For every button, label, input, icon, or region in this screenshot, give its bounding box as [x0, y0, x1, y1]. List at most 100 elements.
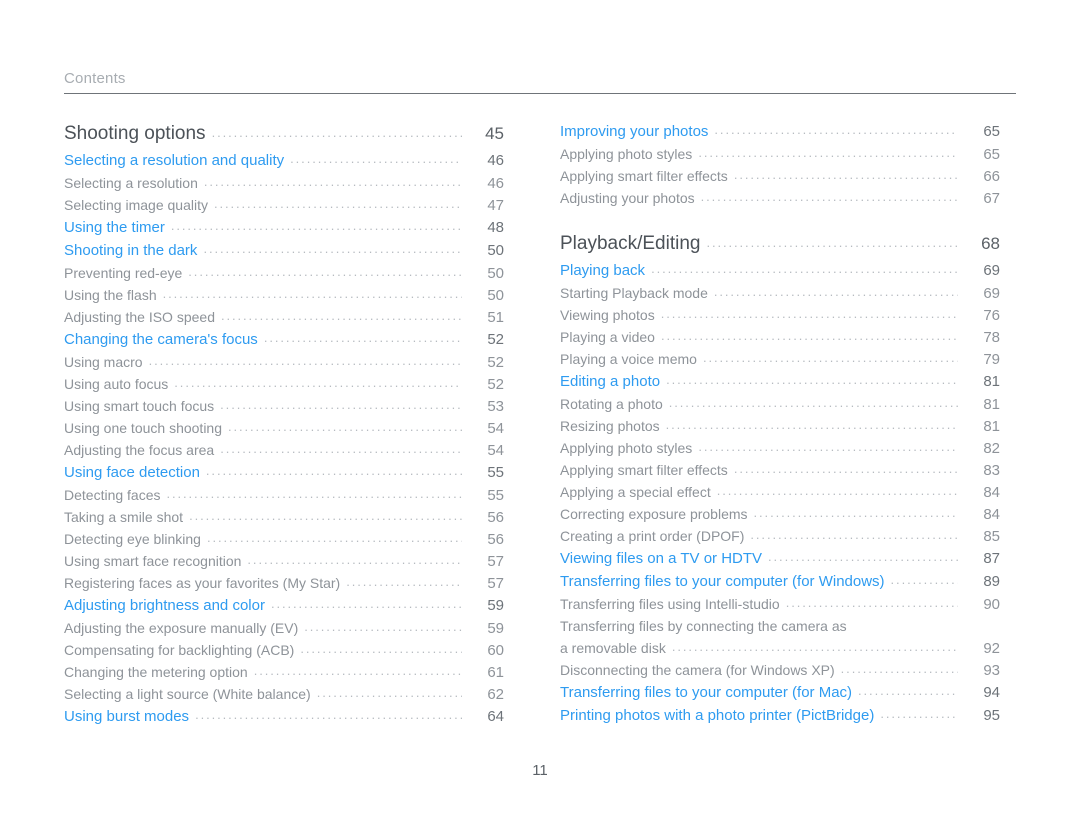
toc-entry-sub[interactable]: Shooting in the dark....................… [64, 241, 504, 265]
toc-entry-page-number: 56 [487, 509, 504, 526]
toc-dot-leader: ........................................… [733, 461, 958, 476]
toc-entry-sub[interactable]: Using the timer.........................… [64, 218, 504, 242]
toc-entry-page-number: 45 [485, 124, 504, 143]
toc-entry-label: Adjusting the exposure manually (EV) [64, 620, 299, 636]
toc-entry-item[interactable]: Transferring files by connecting the cam… [560, 618, 1000, 640]
toc-entry-page-number: 51 [487, 309, 504, 326]
toc-dot-leader: ........................................… [304, 619, 462, 634]
toc-entry-item[interactable]: Adjusting the ISO speed.................… [64, 308, 504, 331]
toc-entry-page-number: 81 [983, 373, 1000, 390]
toc-dot-leader: ........................................… [290, 151, 462, 166]
toc-entry-sub[interactable]: Using burst modes.......................… [64, 707, 504, 731]
toc-entry-page-number: 68 [981, 234, 1000, 253]
toc-dot-leader: ........................................… [785, 595, 958, 610]
toc-entry-item[interactable]: Using smart face recognition............… [64, 552, 504, 575]
toc-entry-sub[interactable]: Transferring files to your computer (for… [560, 683, 1000, 707]
toc-dot-leader: ........................................… [714, 122, 958, 137]
page-header: Contents [64, 70, 1016, 94]
toc-entry-item[interactable]: Resizing photos.........................… [560, 417, 1000, 440]
toc-entry-item[interactable]: Adjusting your photos...................… [560, 189, 1000, 212]
toc-dot-leader: ........................................… [880, 706, 958, 721]
toc-entry-label: Transferring files to your computer (for… [560, 573, 885, 590]
toc-entry-item[interactable]: Playing a voice memo....................… [560, 350, 1000, 373]
toc-entry-sub[interactable]: Playing back............................… [560, 261, 1000, 285]
toc-entry-item[interactable]: Selecting a resolution..................… [64, 174, 504, 197]
toc-entry-sub[interactable]: Using face detection....................… [64, 463, 504, 487]
toc-entry-item[interactable]: Applying photo styles...................… [560, 145, 1000, 168]
toc-entry-item[interactable]: Applying a special effect...............… [560, 483, 1000, 506]
toc-entry-item[interactable]: Registering faces as your favorites (My … [64, 574, 504, 597]
toc-entry-page-number: 78 [983, 329, 1000, 346]
toc-entry-item[interactable]: Transferring files using Intelli-studio.… [560, 595, 1000, 618]
toc-entry-sub[interactable]: Editing a photo.........................… [560, 372, 1000, 396]
toc-dot-leader: ........................................… [660, 328, 958, 343]
toc-entry-label: Using face detection [64, 464, 200, 481]
toc-entry-sub[interactable]: Printing photos with a photo printer (Pi… [560, 706, 1000, 730]
toc-entry-label: Playback/Editing [560, 233, 701, 254]
toc-entry-label: Adjusting the ISO speed [64, 309, 215, 325]
toc-entry-label: Selecting a resolution and quality [64, 152, 285, 169]
toc-entry-sub[interactable]: Viewing files on a TV or HDTV...........… [560, 549, 1000, 573]
toc-entry-page-number: 53 [487, 398, 504, 415]
toc-entry-item[interactable]: Changing the metering option............… [64, 663, 504, 686]
toc-entry-label: Creating a print order (DPOF) [560, 528, 745, 544]
toc-entry-label: Editing a photo [560, 373, 661, 390]
toc-entry-item[interactable]: Using one touch shooting................… [64, 419, 504, 442]
toc-entry-page-number: 62 [487, 686, 504, 703]
toc-entry-page-number: 90 [983, 596, 1000, 613]
toc-entry-label: Using auto focus [64, 376, 169, 392]
toc-entry-label: a removable disk [560, 640, 666, 656]
toc-entry-sub[interactable]: Adjusting brightness and color..........… [64, 596, 504, 620]
toc-entry-item[interactable]: Adjusting the exposure manually (EV)....… [64, 619, 504, 642]
toc-entry-item[interactable]: Applying smart filter effects...........… [560, 461, 1000, 484]
toc-entry-item[interactable]: Disconnecting the camera (for Windows XP… [560, 661, 1000, 684]
toc-entry-section[interactable]: Playback/Editing........................… [560, 233, 1000, 262]
toc-dot-leader: ........................................… [700, 189, 958, 204]
toc-entry-label: Adjusting your photos [560, 190, 695, 206]
toc-entry-sub[interactable]: Transferring files to your computer (for… [560, 572, 1000, 596]
toc-entry-label: Playing a video [560, 329, 655, 345]
toc-entry-sub[interactable]: Changing the camera's focus.............… [64, 330, 504, 354]
toc-dot-leader: ........................................… [733, 167, 958, 182]
toc-entry-label: Transferring files using Intelli-studio [560, 596, 780, 612]
toc-entry-item[interactable]: Using auto focus........................… [64, 375, 504, 398]
toc-dot-leader: ........................................… [698, 145, 958, 160]
toc-entry-item[interactable]: Correcting exposure problems............… [560, 505, 1000, 528]
toc-entry-item[interactable]: Adjusting the focus area................… [64, 441, 504, 464]
toc-entry-item[interactable]: Detecting faces.........................… [64, 486, 504, 509]
toc-dot-leader: ........................................… [713, 284, 958, 299]
toc-dot-leader: ........................................… [206, 530, 462, 545]
toc-entry-item[interactable]: Compensating for backlighting (ACB).....… [64, 641, 504, 664]
toc-entry-label: Using smart face recognition [64, 553, 242, 569]
toc-entry-label: Selecting a light source (White balance) [64, 686, 311, 702]
toc-entry-item[interactable]: a removable disk........................… [560, 639, 1000, 662]
toc-entry-label: Rotating a photo [560, 396, 663, 412]
toc-entry-sub[interactable]: Selecting a resolution and quality......… [64, 151, 504, 175]
toc-entry-item[interactable]: Detecting eye blinking..................… [64, 530, 504, 553]
header-divider [64, 93, 1016, 94]
toc-entry-item[interactable]: Taking a smile shot.....................… [64, 508, 504, 531]
toc-entry-label: Printing photos with a photo printer (Pi… [560, 707, 875, 724]
toc-entry-item[interactable]: Creating a print order (DPOF)...........… [560, 527, 1000, 550]
toc-entry-label: Using one touch shooting [64, 420, 222, 436]
toc-dot-leader: ........................................… [220, 441, 462, 456]
toc-entry-item[interactable]: Applying smart filter effects...........… [560, 167, 1000, 190]
toc-entry-item[interactable]: Using the flash.........................… [64, 286, 504, 309]
toc-entry-item[interactable]: Rotating a photo........................… [560, 395, 1000, 418]
toc-entry-item[interactable]: Using macro.............................… [64, 353, 504, 376]
toc-entry-sub[interactable]: Improving your photos...................… [560, 122, 1000, 146]
toc-entry-label: Starting Playback mode [560, 285, 708, 301]
toc-entry-item[interactable]: Using smart touch focus.................… [64, 397, 504, 420]
toc-entry-section[interactable]: Shooting options........................… [64, 123, 504, 152]
toc-entry-label: Preventing red-eye [64, 265, 183, 281]
toc-entry-page-number: 93 [983, 662, 1000, 679]
toc-entry-item[interactable]: Viewing photos..........................… [560, 306, 1000, 329]
toc-entry-item[interactable]: Playing a video.........................… [560, 328, 1000, 351]
toc-entry-item[interactable]: Starting Playback mode..................… [560, 284, 1000, 307]
toc-entry-item[interactable]: Applying photo styles...................… [560, 439, 1000, 462]
toc-entry-item[interactable]: Selecting image quality.................… [64, 196, 504, 219]
toc-entry-page-number: 46 [487, 152, 504, 169]
toc-entry-item[interactable]: Selecting a light source (White balance)… [64, 685, 504, 708]
toc-entry-item[interactable]: Preventing red-eye......................… [64, 264, 504, 287]
toc-entry-label: Applying photo styles [560, 146, 693, 162]
